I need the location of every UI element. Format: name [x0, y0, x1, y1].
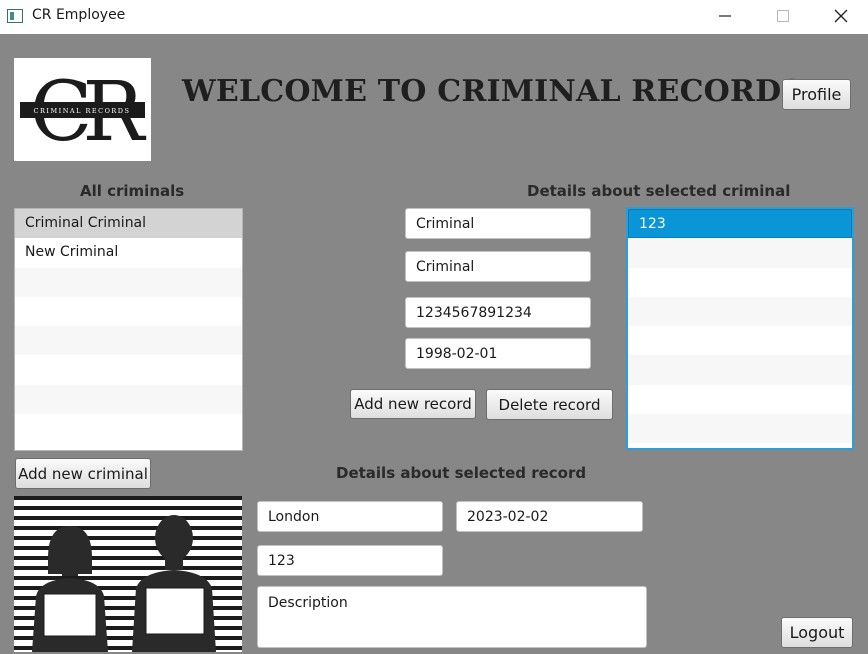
- birth-date-field[interactable]: 1998-02-01: [405, 338, 591, 369]
- record-code-field[interactable]: 123: [257, 545, 443, 576]
- id-number-field[interactable]: 1234567891234: [405, 297, 591, 328]
- add-criminal-button[interactable]: Add new criminal: [15, 458, 151, 489]
- empty-row: [628, 238, 852, 268]
- record-date-field[interactable]: 2023-02-02: [456, 501, 643, 532]
- delete-record-button[interactable]: Delete record: [486, 389, 613, 420]
- empty-row: [15, 267, 242, 297]
- city-field[interactable]: London: [257, 501, 443, 532]
- close-icon: [834, 9, 848, 23]
- maximize-button[interactable]: [760, 0, 806, 32]
- main-content: CR CRIMINAL RECORDS WELCOME TO CRIMINAL …: [0, 34, 868, 654]
- records-list[interactable]: 123: [626, 207, 854, 450]
- page-title: WELCOME TO CRIMINAL RECORDS: [182, 74, 804, 109]
- empty-row: [15, 355, 242, 384]
- empty-row: [15, 384, 242, 415]
- empty-row: [15, 326, 242, 356]
- criminal-records-logo: CR CRIMINAL RECORDS: [14, 58, 156, 161]
- description-textarea[interactable]: Description: [257, 586, 647, 648]
- window-title: CR Employee: [32, 7, 126, 23]
- empty-row: [628, 414, 852, 444]
- last-name-field[interactable]: Criminal: [405, 251, 591, 282]
- profile-button[interactable]: Profile: [782, 79, 851, 110]
- list-item[interactable]: Criminal Criminal: [15, 209, 242, 239]
- minimize-button[interactable]: [702, 0, 748, 32]
- empty-row: [628, 326, 852, 355]
- logout-button[interactable]: Logout: [781, 617, 853, 648]
- empty-row: [628, 385, 852, 414]
- empty-row: [15, 414, 242, 443]
- criminal-details-label: Details about selected criminal: [527, 182, 791, 200]
- list-item[interactable]: New Criminal: [15, 238, 242, 267]
- empty-row: [628, 296, 852, 327]
- empty-row: [15, 297, 242, 326]
- empty-row: [628, 355, 852, 385]
- close-button[interactable]: [818, 0, 864, 32]
- app-window-icon: [7, 9, 23, 23]
- title-bar: CR Employee: [0, 0, 868, 34]
- list-item[interactable]: 123: [628, 209, 852, 239]
- logo-subtext: CRIMINAL RECORDS: [34, 107, 131, 115]
- criminals-list[interactable]: Criminal Criminal New Criminal: [14, 208, 243, 451]
- all-criminals-label: All criminals: [80, 182, 185, 200]
- empty-row: [628, 268, 852, 297]
- add-record-button[interactable]: Add new record: [350, 389, 476, 419]
- maximize-icon: [777, 10, 789, 22]
- record-details-label: Details about selected record: [336, 464, 587, 482]
- minimize-icon: [719, 15, 731, 17]
- mugshot-illustration: [14, 496, 242, 652]
- first-name-field[interactable]: Criminal: [405, 208, 591, 239]
